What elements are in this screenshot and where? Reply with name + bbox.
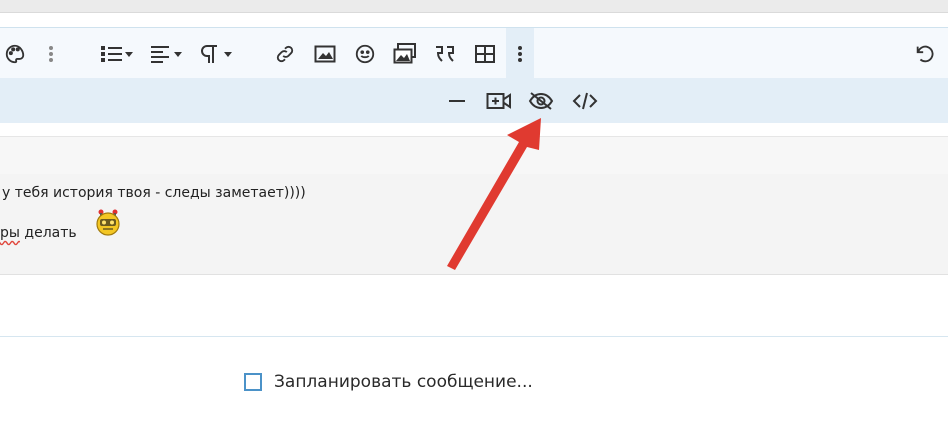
insert-video-icon[interactable] [484, 78, 514, 123]
bulleted-list-icon[interactable] [98, 28, 136, 79]
message-line-1: у тебя история твоя - следы заметает)))) [2, 185, 306, 201]
hide-content-icon[interactable] [526, 78, 556, 123]
editor-toolbar [0, 27, 948, 79]
horizontal-line-icon[interactable] [444, 78, 470, 123]
more-vertical-icon[interactable] [506, 28, 534, 79]
source-code-icon[interactable] [570, 78, 600, 123]
editor-subtoolbar [0, 78, 948, 123]
undo-icon[interactable] [910, 28, 940, 79]
misspelled-word: ры [0, 225, 20, 241]
robot-emoji-icon [96, 209, 120, 236]
schedule-message-option[interactable]: Запланировать сообщение... [244, 372, 533, 392]
paragraph-icon[interactable] [198, 28, 236, 79]
quote-icon[interactable] [430, 28, 460, 79]
palette-icon[interactable] [0, 28, 30, 79]
more-vertical-icon[interactable] [40, 28, 62, 79]
editor-separator [0, 136, 948, 175]
image-icon[interactable] [310, 28, 340, 79]
table-icon[interactable] [470, 28, 500, 79]
smiley-icon[interactable] [350, 28, 380, 79]
editor-bottom-divider [0, 336, 948, 337]
message-line-2: ры делать [0, 225, 77, 241]
align-left-icon[interactable] [148, 28, 186, 79]
schedule-label: Запланировать сообщение... [274, 372, 533, 392]
schedule-checkbox[interactable] [244, 373, 262, 391]
media-icon[interactable] [390, 28, 420, 79]
message-line-2-rest: делать [19, 225, 77, 241]
link-icon[interactable] [270, 28, 300, 79]
browser-top-strip [0, 0, 948, 13]
